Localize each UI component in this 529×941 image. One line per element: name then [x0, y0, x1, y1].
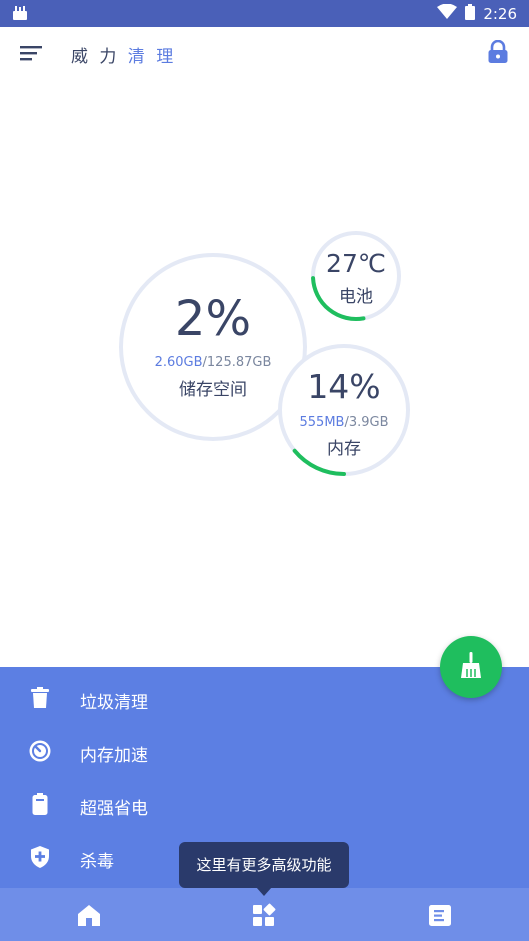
app-notification-icon: [12, 5, 28, 25]
menu-icon[interactable]: [20, 44, 44, 62]
storage-total: /125.87GB: [202, 355, 272, 370]
menu-item-label: 垃圾清理: [80, 693, 148, 713]
app-title: 威 力 清 理: [71, 42, 176, 67]
storage-percent: 2%: [174, 291, 252, 347]
clean-fab-button[interactable]: [440, 636, 502, 698]
shield-plus-icon: [28, 845, 52, 869]
menu-item-label: 杀毒: [80, 852, 114, 872]
storage-used: 2.60GB: [154, 355, 203, 370]
home-icon: [78, 905, 100, 926]
trash-icon: [28, 686, 52, 710]
nav-home-button[interactable]: [76, 902, 102, 928]
app-title-accent: 清 理: [119, 47, 177, 67]
advanced-features-tooltip: 这里有更多高级功能: [179, 842, 349, 888]
app-title-main: 威 力: [71, 47, 120, 67]
memory-total: /3.9GB: [344, 415, 389, 430]
battery-icon: [28, 792, 52, 816]
battery-label: 电池: [339, 287, 373, 307]
gauges-area: 2% 2.60GB/125.87GB 储存空间 27℃ 电池 14% 555MB…: [0, 79, 529, 667]
menu-item-memory-boost[interactable]: 内存加速: [0, 724, 529, 777]
app-bar: 威 力 清 理: [0, 27, 529, 79]
speedometer-icon: [28, 739, 52, 763]
memory-percent: 14%: [307, 367, 381, 406]
document-icon: [429, 905, 451, 926]
memory-label: 内存: [327, 439, 361, 459]
memory-size: 555MB/3.9GB: [276, 415, 412, 430]
menu-item-label: 超强省电: [80, 799, 148, 819]
menu-item-label: 内存加速: [80, 746, 148, 766]
battery-temperature: 27℃: [326, 249, 386, 278]
broom-icon: [461, 652, 481, 678]
storage-ring: [119, 253, 307, 441]
tooltip-arrow: [256, 887, 272, 896]
wifi-icon: [437, 3, 458, 24]
battery-status-icon: [465, 4, 476, 24]
memory-used: 555MB: [299, 415, 345, 430]
grid-tools-icon: [253, 903, 276, 926]
gauges-drawing: [119, 231, 410, 476]
lock-icon[interactable]: [487, 39, 509, 64]
status-bar: 2:26: [0, 0, 529, 27]
nav-notes-button[interactable]: [427, 902, 453, 928]
nav-tools-button[interactable]: [251, 902, 277, 928]
menu-item-power-saving[interactable]: 超强省电: [0, 777, 529, 830]
status-time: 2:26: [483, 5, 517, 23]
